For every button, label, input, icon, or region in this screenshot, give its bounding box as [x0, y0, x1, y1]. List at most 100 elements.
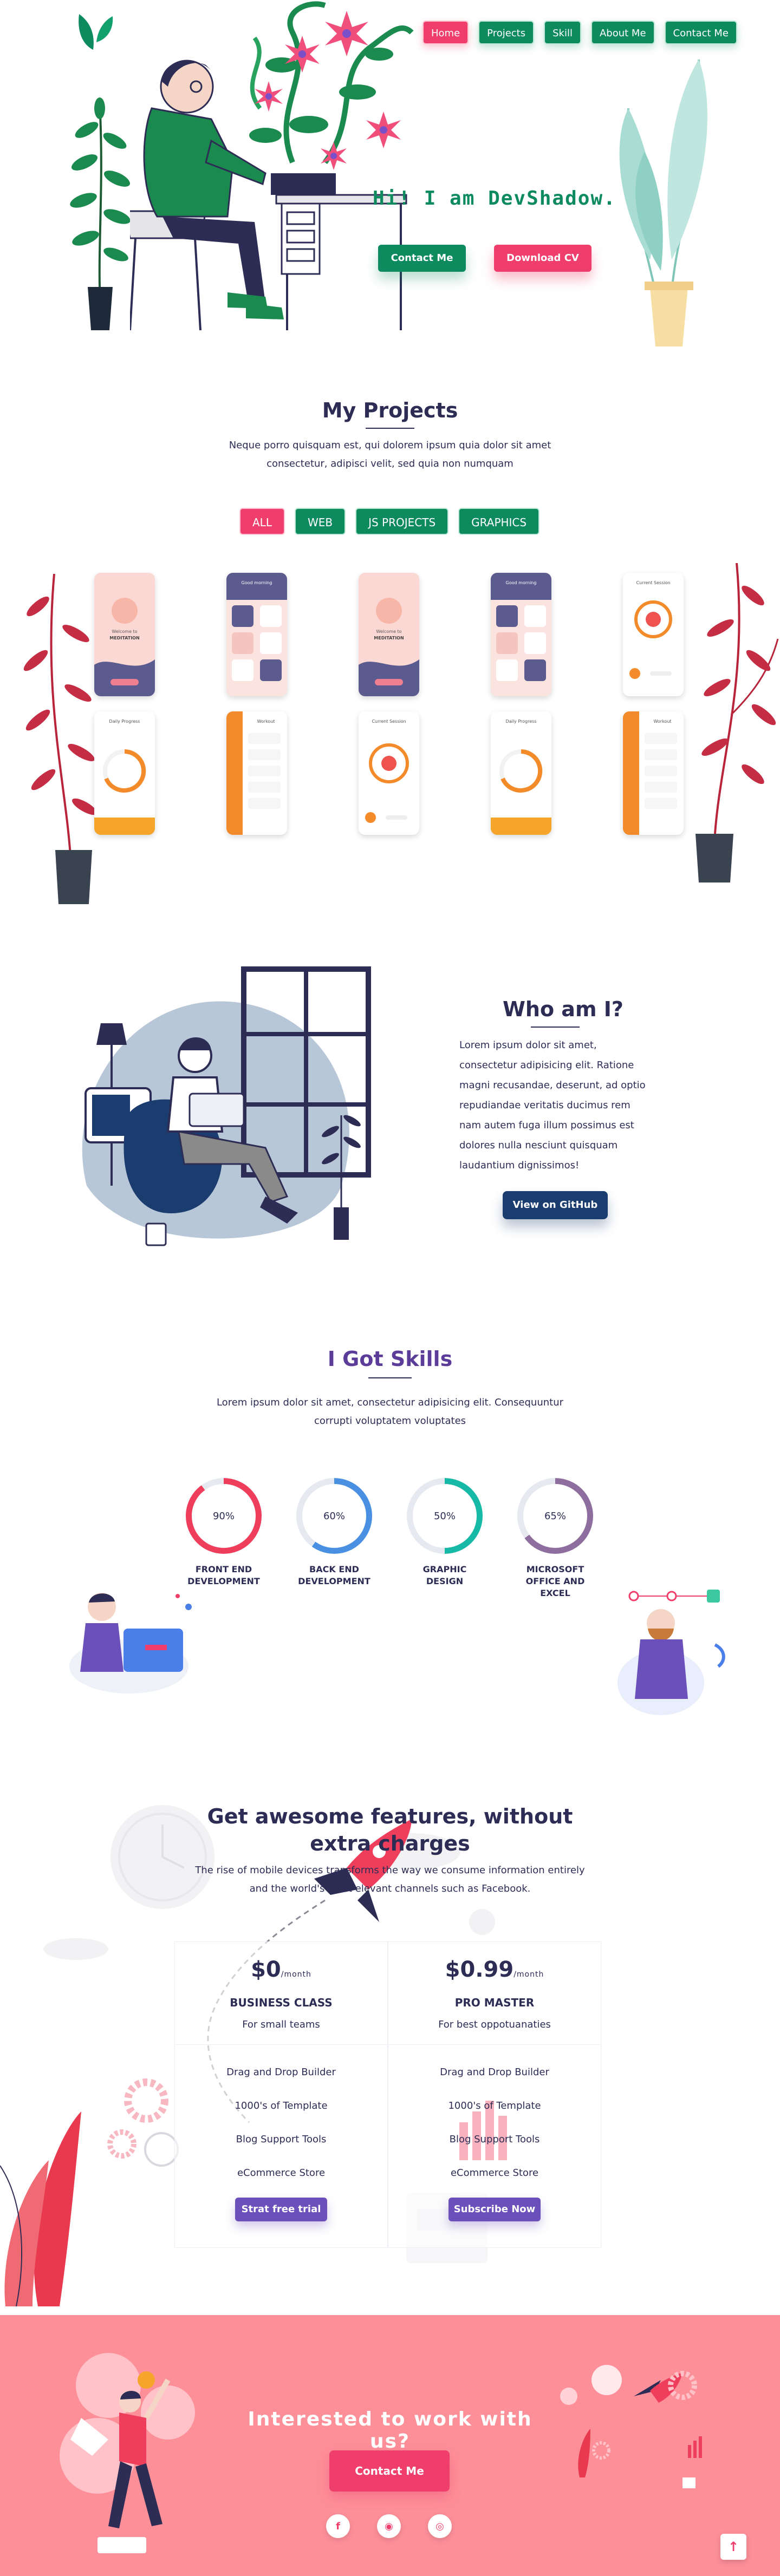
project-card[interactable]: Welcome to MEDITATION	[359, 573, 419, 696]
skills-title: I Got Skills	[327, 1347, 453, 1371]
workout-session-screenshot	[365, 743, 409, 823]
card-subtitle: MEDITATION	[109, 636, 140, 640]
rocket-and-charts-decor	[560, 2365, 702, 2488]
skill-graphic-design: 50% GRAPHIC DESIGN	[404, 1478, 485, 1587]
instagram-icon[interactable]: ◎	[428, 2514, 452, 2538]
plan-price: $0/month	[175, 1957, 387, 1982]
meditation-dashboard-screenshot	[491, 573, 551, 681]
footer-title: Interested to work with us?	[248, 2408, 532, 2453]
meditation-app-screenshot	[94, 598, 155, 696]
red-vine-plant-right	[696, 563, 779, 882]
scroll-to-top-button[interactable]: ↑	[720, 2534, 746, 2560]
nav-about-me[interactable]: About Me	[590, 21, 655, 44]
plan-description: For best oppotuanaties	[438, 2019, 551, 2030]
card-title: Welcome to	[376, 629, 402, 634]
plan-feature: eCommerce Store	[450, 2167, 539, 2179]
skill-progress-ring: 90%	[186, 1478, 262, 1554]
filter-js-projects[interactable]: JS PROJECTS	[355, 508, 449, 535]
contact-footer: Interested to work with us? Contact Me f…	[0, 2315, 780, 2576]
project-card[interactable]: Good morning	[226, 573, 287, 696]
plan-name: PRO MASTER	[454, 1996, 535, 2009]
plan-feature: Drag and Drop Builder	[440, 2067, 549, 2078]
card-title: Workout	[653, 719, 672, 724]
designer-illustration	[618, 1590, 725, 1715]
plan-feature: Blog Support Tools	[236, 2134, 327, 2145]
potted-plant-illustration	[70, 97, 131, 330]
main-nav: Home Projects Skill About Me Contact Me	[422, 21, 737, 44]
plan-price-value: $0.99	[445, 1957, 514, 1982]
plan-divider	[388, 2044, 601, 2045]
facebook-icon[interactable]: f	[326, 2514, 350, 2538]
skills-title-underline	[368, 1377, 412, 1378]
plan-divider	[175, 2044, 387, 2045]
card-title: Current Session	[372, 719, 406, 724]
skill-back-end: 60% BACK END DEVELOPMENT	[294, 1478, 375, 1587]
filter-web[interactable]: WEB	[294, 508, 346, 535]
nav-skill[interactable]: Skill	[544, 21, 581, 44]
github-icon[interactable]: ◉	[377, 2514, 401, 2538]
download-cv-button[interactable]: Download CV	[494, 245, 592, 272]
view-on-github-button[interactable]: View on GitHub	[503, 1191, 608, 1219]
footer-contact-me-button[interactable]: Contact Me	[329, 2450, 450, 2492]
developer-desk-illustration	[130, 1, 414, 331]
projects-subtitle: Neque porro quisquam est, qui dolorem ip…	[229, 440, 551, 469]
plan-price-period: /month	[514, 1970, 544, 1979]
project-card[interactable]: Workout	[623, 711, 684, 835]
nav-contact-me[interactable]: Contact Me	[664, 21, 737, 44]
skill-name: BACK END DEVELOPMENT	[298, 1564, 370, 1586]
projects-title-underline	[366, 428, 414, 429]
plan-feature: Drag and Drop Builder	[226, 2067, 336, 2078]
skill-progress-ring: 50%	[407, 1478, 483, 1554]
workout-list-screenshot	[226, 711, 281, 835]
plan-feature: 1000's of Template	[235, 2100, 328, 2111]
leaf-logo[interactable]	[76, 12, 114, 51]
filter-all[interactable]: ALL	[239, 508, 285, 535]
about-title-underline	[531, 1027, 580, 1028]
about-title: Who am I?	[503, 997, 623, 1021]
skill-name: FRONT END DEVELOPMENT	[187, 1564, 260, 1586]
skill-front-end: 90% FRONT END DEVELOPMENT	[183, 1478, 264, 1587]
nav-projects[interactable]: Projects	[478, 21, 535, 44]
card-title: Workout	[257, 719, 275, 724]
card-title: Good morning	[241, 580, 272, 585]
project-card[interactable]: Good morning	[491, 573, 551, 696]
skills-subtitle: Lorem ipsum dolor sit amet, consectetur …	[216, 1397, 564, 1427]
developer-presenting-illustration	[69, 1593, 192, 1694]
social-links: f ◉ ◎	[326, 2514, 452, 2538]
contact-me-button[interactable]: Contact Me	[378, 245, 466, 272]
plan-feature: 1000's of Template	[448, 2100, 541, 2111]
plan-price: $0.99/month	[388, 1957, 601, 1982]
project-card[interactable]: Current Session	[623, 573, 684, 696]
workout-session-screenshot	[629, 600, 672, 679]
plan-feature: Blog Support Tools	[449, 2134, 540, 2145]
project-card[interactable]: Daily Progress	[491, 711, 551, 835]
hero-section: Home Projects Skill About Me Contact Me …	[0, 0, 780, 346]
developer-reading-illustration	[82, 966, 371, 1246]
skill-percent: 60%	[302, 1484, 366, 1548]
pricing-card-pro: $0.99/month PRO MASTER For best oppotuan…	[388, 1941, 601, 2248]
project-card[interactable]: Current Session	[359, 711, 419, 835]
tall-plant-illustration	[619, 59, 707, 346]
card-subtitle: MEDITATION	[374, 636, 404, 640]
skill-percent: 90%	[192, 1484, 256, 1548]
skill-name: MICROSOFT OFFICE AND EXCEL	[525, 1564, 585, 1598]
pricing-card-business: $0/month BUSINESS CLASS For small teams …	[174, 1941, 388, 2248]
filter-graphics[interactable]: GRAPHICS	[458, 508, 540, 535]
project-card[interactable]: Welcome to MEDITATION	[94, 573, 155, 696]
workout-list-screenshot	[623, 711, 677, 835]
subscribe-now-button[interactable]: Subscribe Now	[448, 2198, 541, 2221]
pricing-subtitle: The rise of mobile devices transforms th…	[195, 1865, 585, 1894]
start-free-trial-button[interactable]: Strat free trial	[235, 2198, 327, 2221]
card-title: Welcome to	[112, 629, 138, 634]
project-card[interactable]: Workout	[226, 711, 287, 835]
about-text: Lorem ipsum dolor sit amet, consectetur …	[459, 1039, 646, 1171]
skill-office: 65% MICROSOFT OFFICE AND EXCEL	[515, 1478, 596, 1599]
daily-progress-screenshot	[491, 749, 551, 835]
pricing-title: Get awesome features, without extra char…	[207, 1804, 573, 1855]
plan-feature: eCommerce Store	[237, 2167, 326, 2179]
daily-progress-screenshot	[94, 749, 155, 835]
nav-home[interactable]: Home	[422, 21, 469, 44]
skill-progress-ring: 60%	[296, 1478, 372, 1554]
project-card[interactable]: Daily Progress	[94, 711, 155, 835]
project-filters: ALL WEB JS PROJECTS GRAPHICS	[239, 508, 540, 535]
